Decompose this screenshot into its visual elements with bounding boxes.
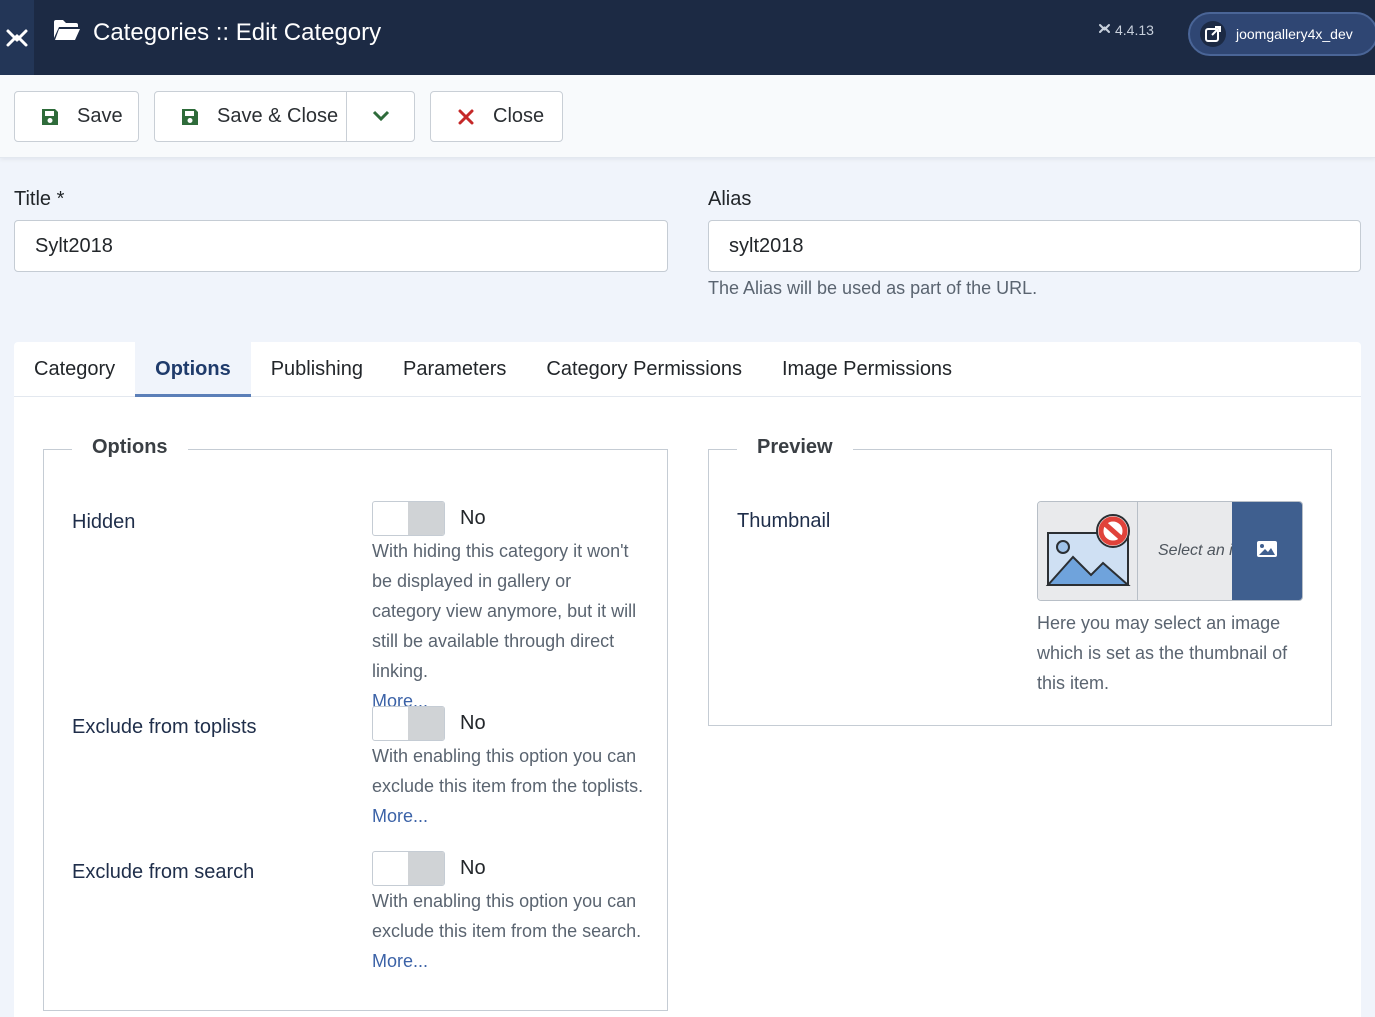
tab-parameters[interactable]: Parameters [383,342,526,396]
search-more-link[interactable]: More... [372,951,428,971]
toplists-desc-text: With enabling this option you can exclud… [372,746,644,796]
search-desc-text: With enabling this option you can exclud… [372,891,642,941]
search-description: With enabling this option you can exclud… [372,886,644,976]
tab-category[interactable]: Category [14,342,135,396]
options-legend: Options [72,436,188,459]
toplists-value: No [460,712,486,734]
no-image-icon [1038,502,1138,600]
page-title: Categories :: Edit Category [53,0,381,66]
save-options-dropdown-toggle[interactable] [347,92,414,141]
hidden-toggle[interactable] [372,501,445,536]
folder-open-icon [53,19,81,48]
title-input[interactable]: Sylt2018 [14,220,668,272]
view-site-button[interactable]: joomgallery4x_dev [1188,12,1375,56]
hidden-value: No [460,507,486,529]
hidden-desc-text: With hiding this category it won't be di… [372,541,637,681]
alias-input[interactable]: sylt2018 [708,220,1361,272]
save-icon [35,107,65,127]
toplists-description: With enabling this option you can exclud… [372,741,644,831]
chevron-down-icon [372,105,390,128]
thumbnail-media-field: Select an image [1037,501,1303,601]
save-label: Save [77,105,123,127]
site-name: joomgallery4x_dev [1236,26,1353,42]
save-icon [175,107,205,127]
search-value: No [460,857,486,879]
hidden-description: With hiding this category it won't be di… [372,536,644,716]
save-button[interactable]: Save [14,91,139,142]
close-button[interactable]: Close [430,91,563,142]
toplists-more-link[interactable]: More... [372,806,428,826]
external-link-icon [1200,21,1226,47]
joomla-logo-icon[interactable] [0,0,34,75]
alias-help-text: The Alias will be used as part of the UR… [708,278,1038,298]
alias-label: Alias [708,188,752,210]
save-close-label: Save & Close [217,105,339,127]
image-icon [1256,540,1278,563]
thumbnail-label: Thumbnail [737,510,831,532]
version-badge: 4.4.13 [1098,22,1154,38]
toplists-switch-row: No [372,706,486,741]
save-close-button[interactable]: Save & Close [155,92,347,141]
search-switch-row: No [372,851,486,886]
tab-options[interactable]: Options [135,342,251,397]
hidden-switch-row: No [372,501,486,536]
tab-category-permissions[interactable]: Category Permissions [526,342,762,396]
toplists-label: Exclude from toplists [72,716,257,738]
select-image-button[interactable] [1232,502,1302,600]
toplists-toggle[interactable] [372,706,445,741]
preview-fieldset: Preview Thumbnail Select an image [708,436,1332,726]
hidden-label: Hidden [72,511,136,533]
page-title-text: Categories :: Edit Category [93,19,382,46]
toolbar: Save Save & Close Close [0,75,1375,158]
select-image-placeholder[interactable]: Select an image [1138,502,1232,600]
joomla-small-icon [1098,22,1111,38]
preview-legend: Preview [737,436,853,459]
app-header: Categories :: Edit Category 4.4.13 joomg… [0,0,1375,75]
thumbnail-description: Here you may select an image which is se… [1037,613,1288,693]
close-label: Close [493,105,545,127]
tab-image-permissions[interactable]: Image Permissions [762,342,972,396]
options-fieldset: Options Hidden No With hiding this categ… [43,436,668,1011]
close-icon [451,109,481,125]
version-text: 4.4.13 [1115,22,1154,38]
search-label: Exclude from search [72,861,255,883]
tab-publishing[interactable]: Publishing [251,342,383,396]
tab-bar: Category Options Publishing Parameters C… [14,342,1361,397]
tabs-panel: Category Options Publishing Parameters C… [14,342,1361,1017]
save-close-button-group: Save & Close [154,91,415,142]
title-label: Title * [14,188,65,210]
search-toggle[interactable] [372,851,445,886]
